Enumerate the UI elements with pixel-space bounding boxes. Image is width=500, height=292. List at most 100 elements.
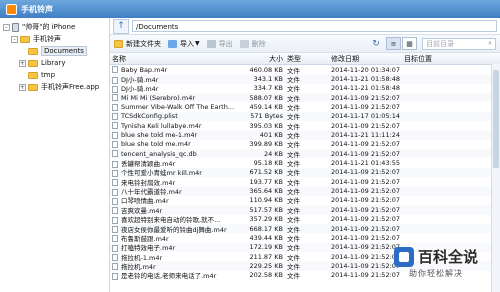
watermark-logo [393,246,414,267]
search-input[interactable]: 目前目录 ⌕ [422,37,496,50]
file-icon [112,140,118,148]
file-size-cell: 343.1 KB [253,75,283,84]
file-name: Summer Vibe-Walk Off The Earth... [121,103,235,112]
file-name-cell: blue she told me-1.m4r [110,131,247,139]
file-date-cell: 2014-11-09 21:52:07 [331,177,401,186]
new-folder-label: 新建文件夹 [126,39,161,48]
file-size-cell: 24 KB [263,149,283,158]
table-row[interactable]: DJ小-骑.m4r 343.1 KB 文件 2014-11-21 01:58:48 [110,74,500,84]
file-name-cell: DJ小-骑.m4r [110,83,247,93]
collapse-icon [19,48,26,55]
file-date-cell: 2014-11-09 21:52:07 [331,140,401,149]
table-row[interactable]: 布鲁斯鼓跟.m4r 439.44 KB 文件 2014-11-09 21:52:07 [110,233,500,243]
column-header-date[interactable]: 修改日期 [329,54,402,64]
file-name: blue she told me.m4r [121,140,191,149]
file-name: tencent_analysis_qc.db [121,149,197,158]
toolbar: 新建文件夹 导入 ▼ 导出 删除 ↻ ≡ ▦ 目前目录 ⌕ [110,35,500,53]
sidebar-item[interactable]: - 手机铃声 [0,33,109,45]
file-name: Tynisha Keli lullabye.m4r [121,121,202,130]
table-row[interactable]: 口琴喷情曲.m4r 110.94 KB 文件 2014-11-09 21:52:07 [110,195,500,205]
folder-icon [20,35,30,43]
file-date-cell: 2014-11-09 21:52:07 [331,196,401,205]
grid-view-icon: ▦ [406,39,413,48]
grid-view-button[interactable]: ▦ [402,37,417,50]
sidebar-item[interactable]: - "帅哥"的 iPhone [0,21,109,33]
table-row[interactable]: 夜店女侯你最爱听的铃曲dj舞曲.m4r 668.17 KB 文件 2014-11-09… [110,223,500,234]
column-header-size[interactable]: 大小 [247,54,285,64]
table-row[interactable]: TCSdkConfig.plist 571 Bytes 文件 2014-11-17 0… [110,111,500,121]
folder-icon [28,47,38,55]
file-icon [112,122,118,130]
sidebar-tree: - "帅哥"的 iPhone - 手机铃声 Documents + Library tmp + 手… [0,18,110,292]
table-row[interactable]: Tynisha Keli lullabye.m4r 395.03 KB 文件 2014… [110,121,500,131]
file-date-cell: 2014-11-09 21:52:07 [331,187,401,196]
table-row[interactable]: 喜欢超特别来电自动的铃歌,就不... 357.29 KB 文件 2014-11-09 … [110,214,500,224]
file-name-cell: blue she told me.m4r [110,140,247,148]
file-icon [112,272,118,280]
expand-icon[interactable]: + [19,83,26,91]
table-row[interactable]: blue she told me.m4r 399.89 KB 文件 2014-11-0… [110,139,500,149]
sidebar-item[interactable]: + 手机铃声Free.app [0,81,109,93]
table-row[interactable]: Baby Bap.m4r 460.08 KB 文件 2014-11-20 01:34:… [110,65,500,75]
delete-button[interactable]: 删除 [239,39,266,49]
export-button[interactable]: 导出 [206,39,233,49]
file-icon [112,103,118,111]
sidebar-item[interactable]: + Library [0,57,109,69]
table-row[interactable]: 丢罐帮清颖曲.m4r 95.18 KB 文件 2014-11-21 01:43:55 [110,158,500,168]
up-button[interactable]: ↑ [113,18,129,34]
file-name-cell: Mi Mi Mi (Serebro).m4r [110,94,247,102]
file-name-cell: TCSdkConfig.plist [110,112,247,120]
path-input[interactable]: /Documents [132,20,497,32]
file-name-cell: 是老铃的电话,老师来电话了.m4r [110,270,247,280]
file-name: TCSdkConfig.plist [121,112,178,121]
table-row[interactable]: 来电铃封扇效.m4r 193.77 KB 文件 2014-11-09 21:52:07 [110,177,500,187]
file-date-cell: 2014-11-09 21:52:07 [331,243,401,252]
expand-icon[interactable]: + [19,59,26,67]
table-row[interactable]: 个性可爱小青蛙mr kill.m4r 671.52 KB 文件 2014-11-09 … [110,167,500,177]
sidebar-item-label: 手机铃声Free.app [41,83,100,91]
file-size-cell: 110.94 KB [249,196,283,205]
sidebar-item[interactable]: tmp [0,69,109,81]
window-title: 手机铃声 [21,4,53,14]
table-row[interactable]: Summer Vibe-Walk Off The Earth... 459.14 … [110,102,500,112]
file-date-cell: 2014-11-09 21:52:07 [331,233,401,242]
table-row[interactable]: 八十年代霸道铃.m4r 365.64 KB 文件 2014-11-09 21:52:0… [110,186,500,196]
file-size-cell: 571 Bytes [250,112,283,121]
table-row[interactable]: blue she told me-1.m4r 401 KB 文件 2014-11-21… [110,130,500,140]
file-date-cell: 2014-11-21 11:11:24 [331,131,401,140]
phone-icon [12,22,19,32]
new-folder-button[interactable]: 新建文件夹 [114,39,161,49]
vertical-scrollbar[interactable] [491,64,500,292]
table-row[interactable]: 吉爽欢曼.m4r 517.57 KB 文件 2014-11-09 21:52:07 [110,205,500,215]
collapse-icon [19,72,26,79]
column-header-target[interactable]: 目标位置 [402,54,492,64]
scrollbar-thumb[interactable] [493,70,499,168]
file-date-cell: 2014-11-17 01:05:14 [331,112,401,121]
import-button[interactable]: 导入 ▼ [168,39,200,49]
refresh-icon[interactable]: ↻ [371,39,381,49]
file-icon [112,112,118,120]
list-view-button[interactable]: ≡ [386,37,401,50]
collapse-icon[interactable]: - [11,35,18,43]
file-size-cell: 588.07 KB [249,93,283,102]
sidebar-item[interactable]: Documents [0,45,109,57]
file-name-cell: tencent_analysis_qc.db [110,150,247,158]
folder-icon [28,59,38,67]
delete-icon [239,39,249,48]
file-size-cell: 399.89 KB [249,140,283,149]
file-date-cell: 2014-11-21 01:58:48 [331,75,401,84]
main-pane: ↑ /Documents 新建文件夹 导入 ▼ 导出 删除 ↻ ≡ ▦ 目前目录… [110,18,500,292]
collapse-icon[interactable]: - [3,23,10,31]
table-row[interactable]: Mi Mi Mi (Serebro).m4r 588.07 KB 文件 2014-11… [110,93,500,103]
file-size-cell: 193.77 KB [249,177,283,186]
sidebar-item-label: Library [41,59,66,67]
file-size-cell: 172.19 KB [249,243,283,252]
file-date-cell: 2014-11-21 01:58:48 [331,84,401,93]
sidebar-item-label: Documents [41,46,87,56]
table-row[interactable]: tencent_analysis_qc.db 24 KB 文件 2014-11-09 … [110,149,500,159]
column-header-type[interactable]: 类型 [285,54,329,64]
watermark-subtitle: 助你轻松解决 [408,269,463,278]
table-row[interactable]: DJ小-骑.m4r 334.7 KB 文件 2014-11-21 01:58:48 [110,83,500,93]
file-size-cell: 357.29 KB [249,215,283,224]
column-header-name[interactable]: 名称 [110,54,247,64]
